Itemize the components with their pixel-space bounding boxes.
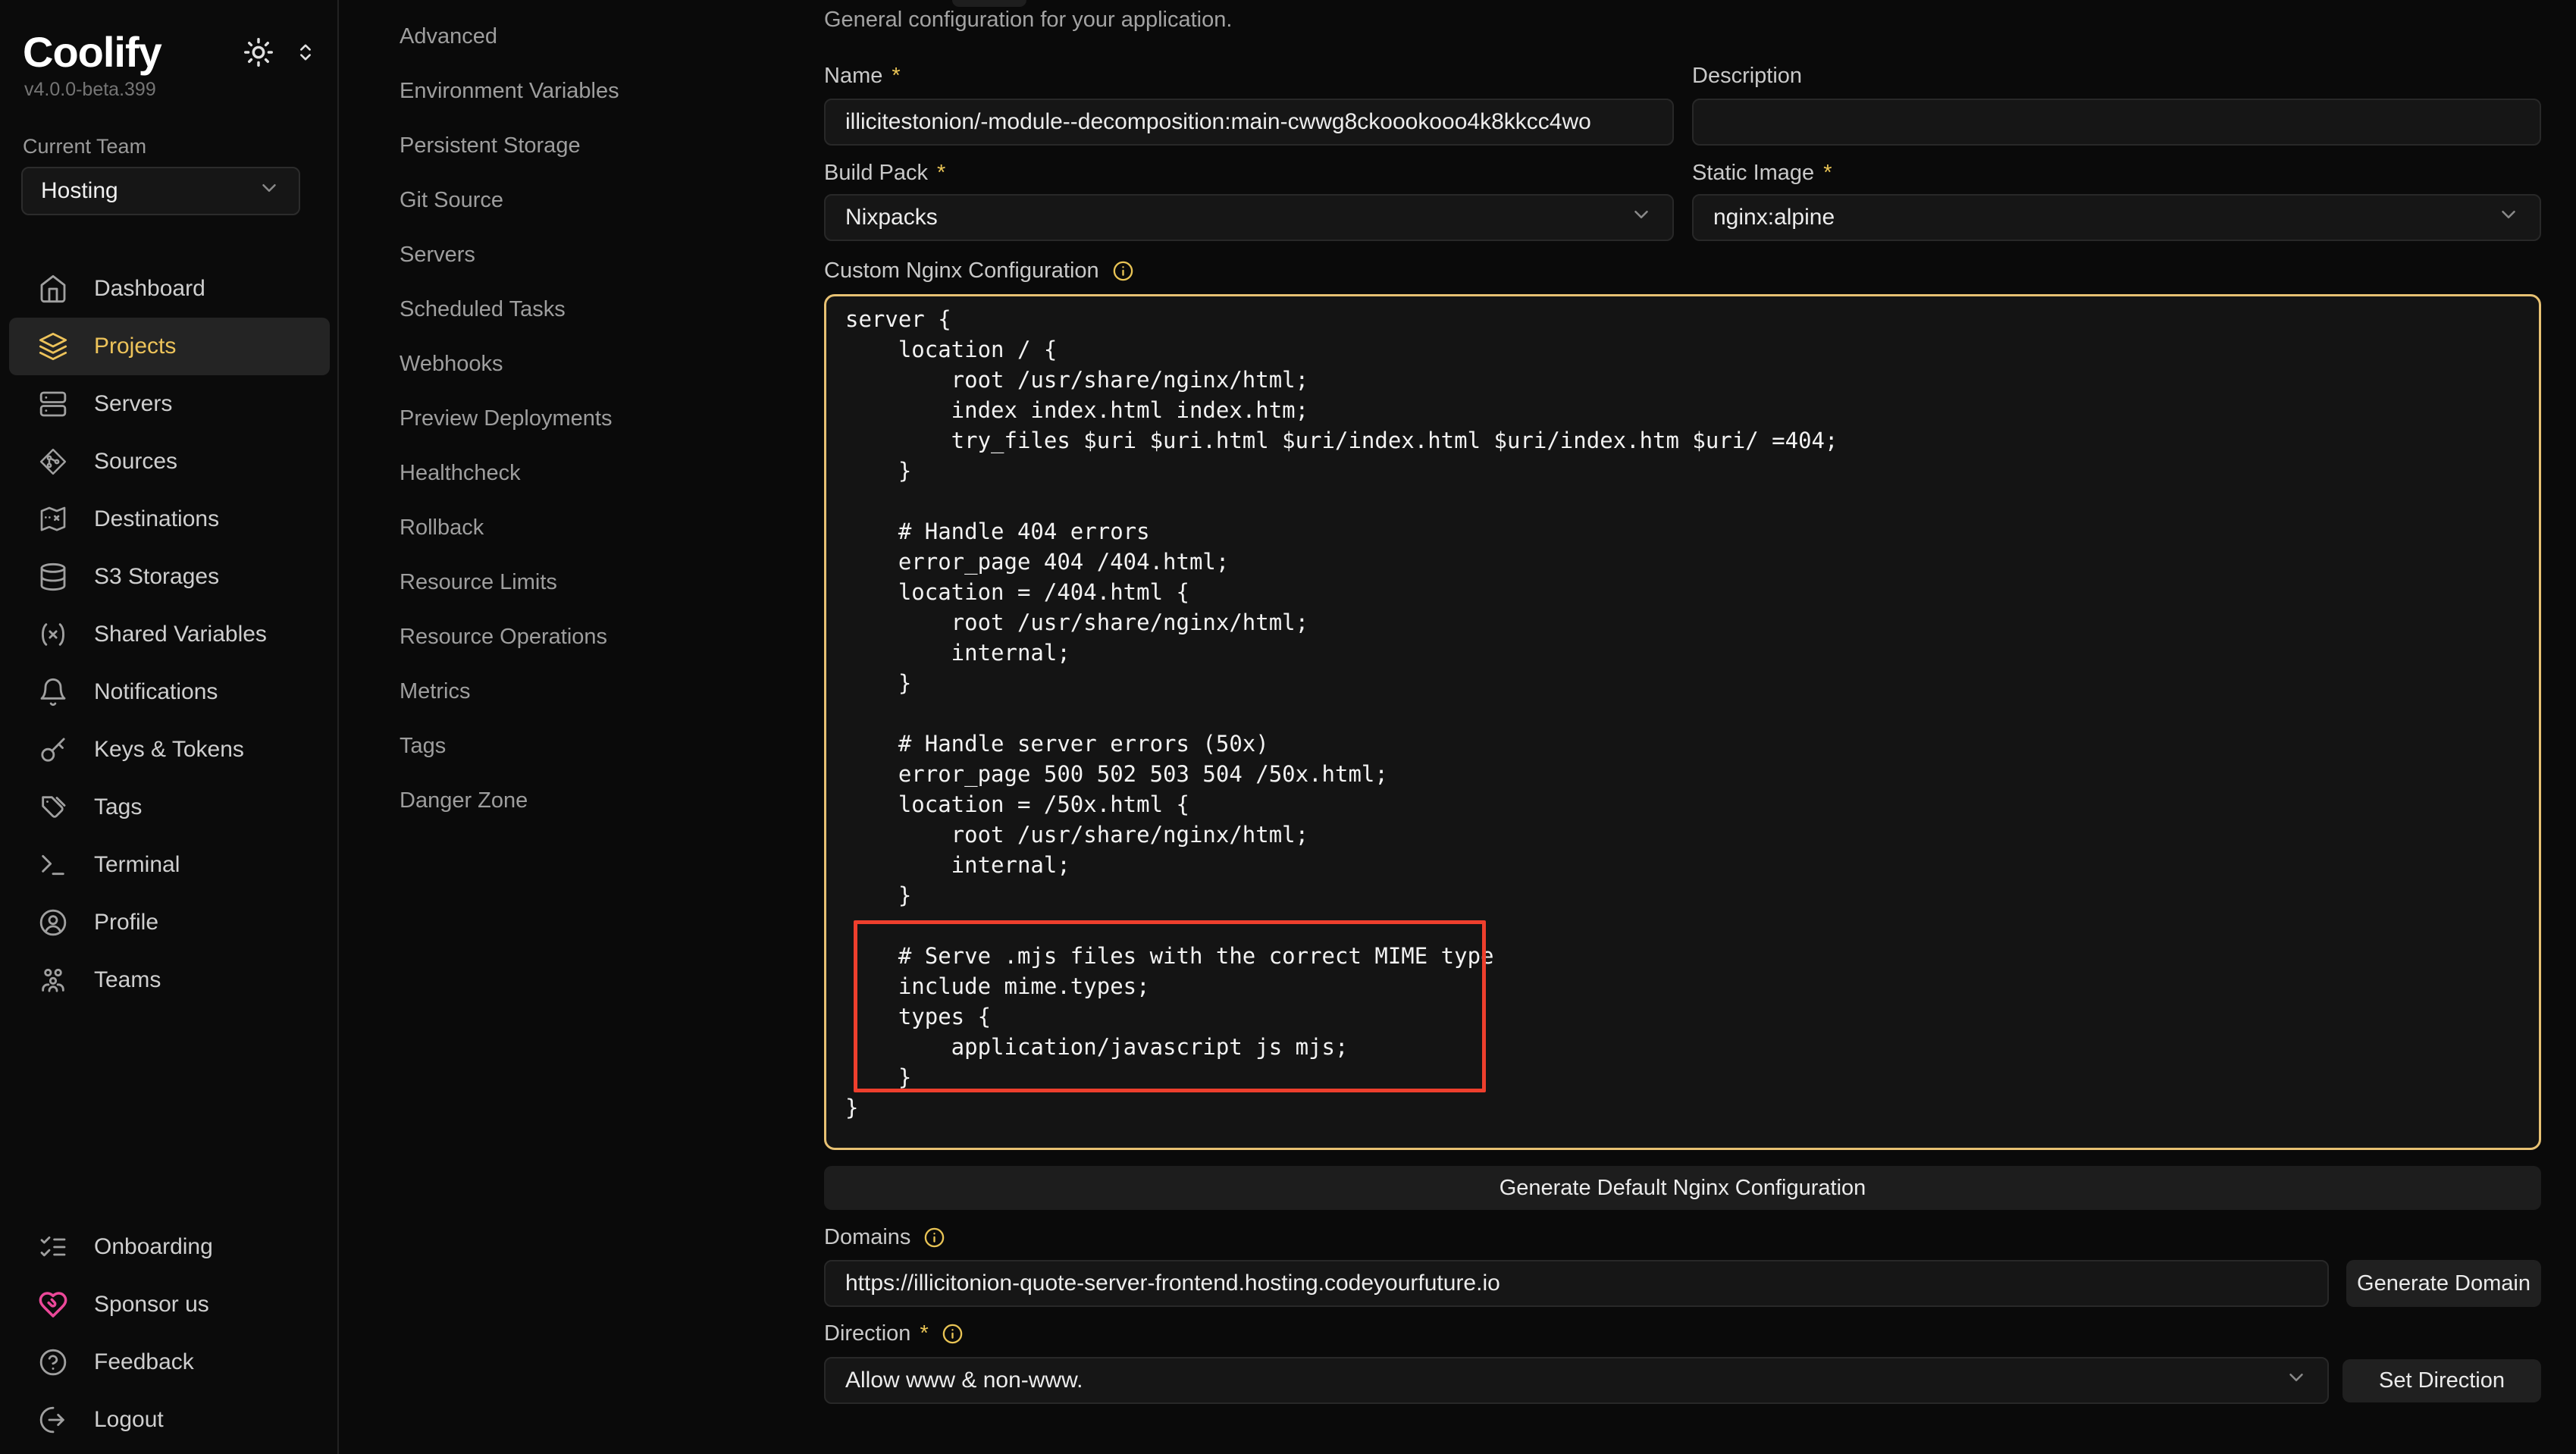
settings-nav: Advanced Environment Variables Persisten… xyxy=(400,9,794,828)
direction-select[interactable]: Allow www & non-www. xyxy=(824,1357,2329,1404)
git-source-icon xyxy=(38,447,68,477)
sidebar-item-feedback[interactable]: Feedback xyxy=(0,1333,339,1391)
settings-nav-persistent-storage[interactable]: Persistent Storage xyxy=(400,118,794,173)
generate-domain-button[interactable]: Generate Domain xyxy=(2346,1260,2541,1307)
sidebar-item-sources[interactable]: Sources xyxy=(0,433,339,490)
generate-default-nginx-button[interactable]: Generate Default Nginx Configuration xyxy=(824,1166,2541,1210)
settings-nav-advanced[interactable]: Advanced xyxy=(400,9,794,64)
terminal-icon xyxy=(38,850,68,880)
sidebar-item-notifications[interactable]: Notifications xyxy=(0,663,339,721)
settings-nav-tags[interactable]: Tags xyxy=(400,719,794,773)
description-label: Description xyxy=(1692,64,1802,89)
sidebar-footer: Onboarding Sponsor us Feedback Logout xyxy=(0,1218,339,1449)
sidebar-item-shared-variables[interactable]: Shared Variables xyxy=(0,606,339,663)
chevrons-up-down-icon[interactable] xyxy=(293,39,318,69)
team-select[interactable]: Hosting xyxy=(21,167,300,215)
chevron-down-icon xyxy=(2497,203,2520,232)
settings-nav-resource-limits[interactable]: Resource Limits xyxy=(400,555,794,609)
server-icon xyxy=(38,389,68,419)
required-marker: * xyxy=(892,64,900,89)
set-direction-button[interactable]: Set Direction xyxy=(2343,1359,2541,1402)
app-version: v4.0.0-beta.399 xyxy=(24,79,156,101)
database-icon xyxy=(38,562,68,592)
logout-icon xyxy=(38,1405,68,1435)
chevron-down-icon xyxy=(1630,203,1653,232)
name-input[interactable]: illicitestonion/-module--decomposition:m… xyxy=(824,99,1674,146)
sidebar-item-destinations[interactable]: Destinations xyxy=(0,490,339,548)
description-input[interactable] xyxy=(1692,99,2541,146)
sidebar-item-servers[interactable]: Servers xyxy=(0,375,339,433)
sidebar: Coolify v4.0.0-beta.399 Current Team Hos… xyxy=(0,0,339,1454)
variable-icon xyxy=(38,619,68,650)
list-checks-icon xyxy=(38,1232,68,1262)
key-icon xyxy=(38,735,68,765)
direction-label: Direction * xyxy=(824,1321,964,1346)
map-icon xyxy=(38,504,68,534)
required-marker: * xyxy=(937,161,945,186)
info-icon[interactable] xyxy=(1111,259,1135,283)
build-pack-label: Build Pack * xyxy=(824,161,945,186)
sidebar-nav: Dashboard Projects Servers Sources Desti… xyxy=(0,260,339,1009)
settings-nav-scheduled-tasks[interactable]: Scheduled Tasks xyxy=(400,282,794,337)
help-circle-icon xyxy=(38,1347,68,1377)
annotation-red-box xyxy=(854,920,1486,1092)
settings-nav-healthcheck[interactable]: Healthcheck xyxy=(400,446,794,500)
settings-nav-environment-variables[interactable]: Environment Variables xyxy=(400,64,794,118)
sidebar-item-projects[interactable]: Projects xyxy=(9,318,330,375)
sidebar-item-terminal[interactable]: Terminal xyxy=(0,836,339,894)
static-image-select[interactable]: nginx:alpine xyxy=(1692,194,2541,241)
settings-nav-resource-operations[interactable]: Resource Operations xyxy=(400,609,794,664)
sidebar-item-dashboard[interactable]: Dashboard xyxy=(0,260,339,318)
chevron-down-icon xyxy=(2285,1366,2308,1395)
chevron-down-icon xyxy=(258,177,280,205)
sidebar-item-logout[interactable]: Logout xyxy=(0,1391,339,1449)
heart-icon xyxy=(38,1289,68,1320)
sidebar-item-tags[interactable]: Tags xyxy=(0,779,339,836)
required-marker: * xyxy=(1823,161,1832,186)
home-icon xyxy=(38,274,68,304)
sidebar-item-s3-storages[interactable]: S3 Storages xyxy=(0,548,339,606)
bell-icon xyxy=(38,677,68,707)
tags-icon xyxy=(38,792,68,823)
nginx-config-label: Custom Nginx Configuration xyxy=(824,259,1135,284)
team-select-value: Hosting xyxy=(41,178,118,204)
sidebar-item-keys-tokens[interactable]: Keys & Tokens xyxy=(0,721,339,779)
domains-input[interactable]: https://illicitonion-quote-server-fronte… xyxy=(824,1260,2329,1307)
info-icon[interactable] xyxy=(941,1322,964,1346)
build-pack-select[interactable]: Nixpacks xyxy=(824,194,1674,241)
layers-icon xyxy=(38,331,68,362)
current-team-label: Current Team xyxy=(23,135,146,158)
static-image-label: Static Image * xyxy=(1692,161,1832,186)
required-marker: * xyxy=(920,1321,928,1346)
sidebar-item-onboarding[interactable]: Onboarding xyxy=(0,1218,339,1276)
nginx-config-textarea[interactable]: server { location / { root /usr/share/ng… xyxy=(824,294,2541,1150)
settings-nav-metrics[interactable]: Metrics xyxy=(400,664,794,719)
coolify-app: Coolify v4.0.0-beta.399 Current Team Hos… xyxy=(0,0,2576,1454)
name-label: Name * xyxy=(824,64,901,89)
user-circle-icon xyxy=(38,907,68,938)
theme-sun-icon[interactable] xyxy=(241,35,276,74)
info-icon[interactable] xyxy=(923,1226,946,1249)
sidebar-item-profile[interactable]: Profile xyxy=(0,894,339,951)
app-logo: Coolify xyxy=(23,27,161,77)
settings-nav-git-source[interactable]: Git Source xyxy=(400,173,794,227)
sidebar-item-sponsor-us[interactable]: Sponsor us xyxy=(0,1276,339,1333)
settings-nav-preview-deployments[interactable]: Preview Deployments xyxy=(400,391,794,446)
page-subtitle: General configuration for your applicati… xyxy=(824,8,1232,33)
scrolled-button-sliver xyxy=(952,0,1026,7)
settings-nav-webhooks[interactable]: Webhooks xyxy=(400,337,794,391)
settings-nav-servers[interactable]: Servers xyxy=(400,227,794,282)
settings-nav-rollback[interactable]: Rollback xyxy=(400,500,794,555)
users-icon xyxy=(38,965,68,995)
sidebar-item-teams[interactable]: Teams xyxy=(0,951,339,1009)
domains-label: Domains xyxy=(824,1225,946,1250)
settings-nav-danger-zone[interactable]: Danger Zone xyxy=(400,773,794,828)
